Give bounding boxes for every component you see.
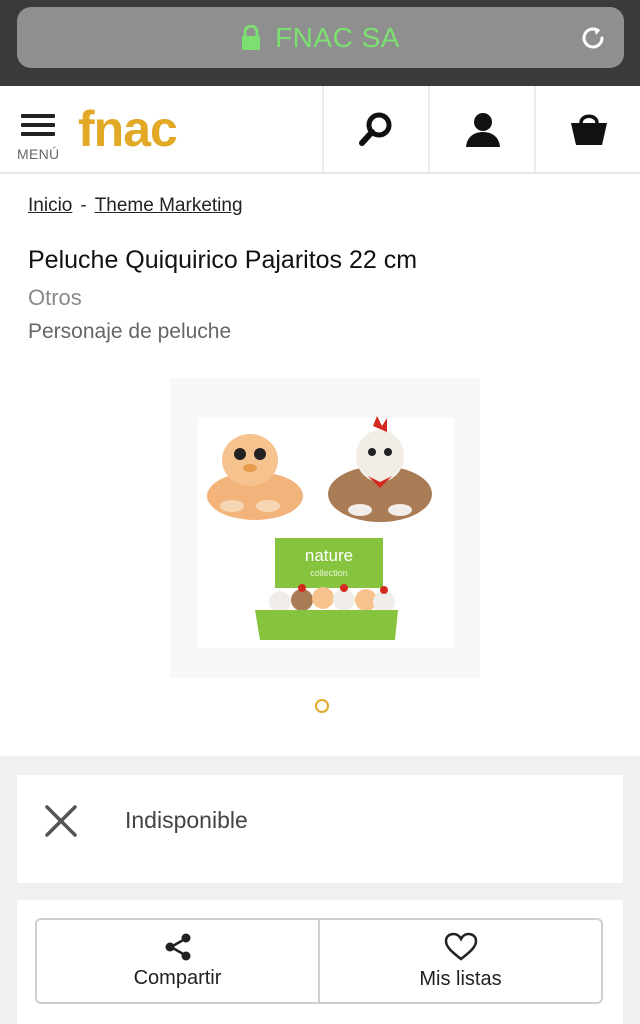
product-type: Personaje de peluche (28, 320, 232, 343)
menu-button[interactable]: MENÚ (15, 110, 63, 162)
user-icon (465, 113, 500, 147)
product-title: Peluche Quiquirico Pajaritos 22 cm (28, 246, 418, 274)
close-icon (45, 805, 77, 837)
share-icon (165, 933, 190, 960)
availability-status: Indisponible (125, 807, 248, 833)
product-image[interactable]: nature collection (170, 378, 480, 678)
url-display: FNAC SA (17, 7, 624, 68)
share-button[interactable]: Compartir (37, 920, 318, 1002)
hamburger-icon (21, 114, 55, 118)
availability-card: Indisponible (17, 775, 623, 883)
lock-icon (242, 24, 261, 50)
basket-icon (570, 114, 607, 145)
lists-label: Mis listas (419, 967, 502, 990)
fnac-logo[interactable]: fnac (78, 104, 178, 154)
heart-icon (444, 932, 477, 961)
url-title: FNAC SA (275, 21, 400, 53)
cart-button[interactable] (534, 86, 640, 172)
search-icon (358, 112, 391, 146)
actions-group: Compartir Mis listas (35, 918, 603, 1004)
share-label: Compartir (133, 966, 222, 989)
reload-icon[interactable] (576, 21, 610, 55)
breadcrumb-separator: - (80, 195, 87, 216)
breadcrumb-theme-marketing[interactable]: Theme Marketing (95, 195, 243, 216)
account-button[interactable] (428, 86, 535, 172)
product-brand[interactable]: Otros (28, 285, 82, 311)
browser-bar: FNAC SA (0, 0, 640, 86)
breadcrumb-inicio[interactable]: Inicio (28, 195, 72, 216)
url-bar[interactable]: FNAC SA (17, 7, 624, 68)
breadcrumb: Inicio - Theme Marketing (28, 195, 243, 217)
actions-card: Compartir Mis listas (17, 900, 623, 1024)
search-button[interactable] (322, 86, 429, 172)
lists-button[interactable]: Mis listas (318, 920, 601, 1002)
carousel-dot[interactable] (315, 699, 329, 713)
box-sublabel: collection (310, 568, 348, 578)
menu-label: MENÚ (17, 146, 60, 162)
box-label: nature (305, 546, 353, 565)
